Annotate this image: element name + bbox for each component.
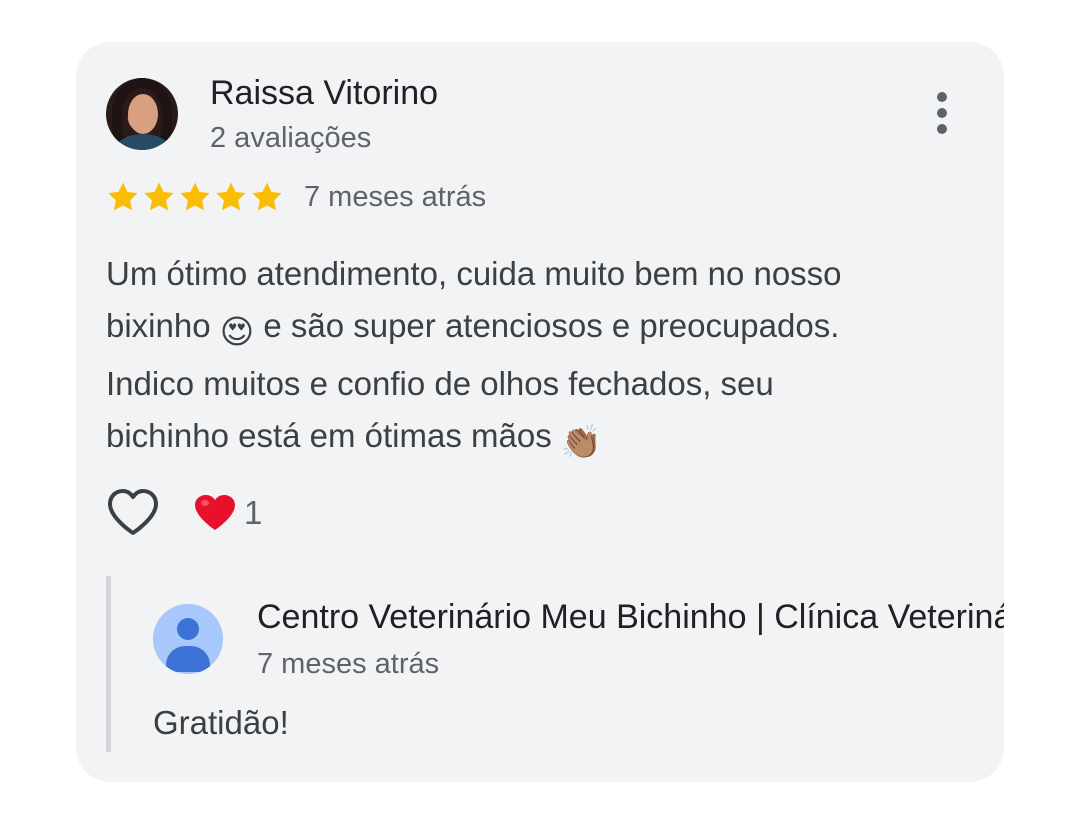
author-avatar[interactable] [106,78,178,150]
owner-reply-date: 7 meses atrás [257,648,440,680]
star-icon [180,182,210,211]
star-icon [144,182,174,211]
review-text-line-2b: e são super atenciosos e preocupados. [254,307,840,344]
review-text: Um ótimo atendimento, cuida muito bem no… [106,248,966,468]
user-icon-head [177,618,199,640]
star-icon [252,182,282,211]
review-text-line-2a: bixinho [106,307,220,344]
author-review-count[interactable]: 2 avaliações [210,122,371,155]
owner-reply-text: Gratidão! [153,704,289,741]
review-card: Raissa Vitorino 2 avaliações 7 meses atr… [76,42,1004,782]
red-heart-icon [195,495,235,530]
review-text-line-1: Um ótimo atendimento, cuida muito bem no… [106,255,842,292]
heart-eyes-emoji-icon: 😍 [219,313,255,350]
more-dot [937,92,947,102]
star-icon [216,182,246,211]
rating-row: 7 meses atrás [106,180,486,214]
user-icon-body [166,646,210,672]
review-date: 7 meses atrás [304,180,487,213]
review-text-line-4: bichinho está em ótimas mãos [106,417,561,454]
default-user-icon [153,604,223,674]
avatar-face [128,94,158,134]
more-options-icon[interactable] [924,88,960,138]
star-rating [106,180,284,214]
review-text-line-3: Indico muitos e confio de olhos fechados… [106,365,774,402]
heart-outline-icon[interactable] [106,488,160,538]
reaction-row: 1 [106,488,262,538]
author-name[interactable]: Raissa Vitorino [210,74,438,113]
clapping-hands-emoji-icon: 👏🏽 [560,423,602,460]
more-dot [937,124,947,134]
reaction-count: 1 [244,494,263,531]
star-icon [108,182,138,211]
reaction-summary[interactable]: 1 [194,494,262,532]
owner-name: Centro Veterinário Meu Bichinho | Clínic… [257,598,1004,636]
more-dot [937,108,947,118]
owner-reply: Centro Veterinário Meu Bichinho | Clínic… [106,576,1004,752]
